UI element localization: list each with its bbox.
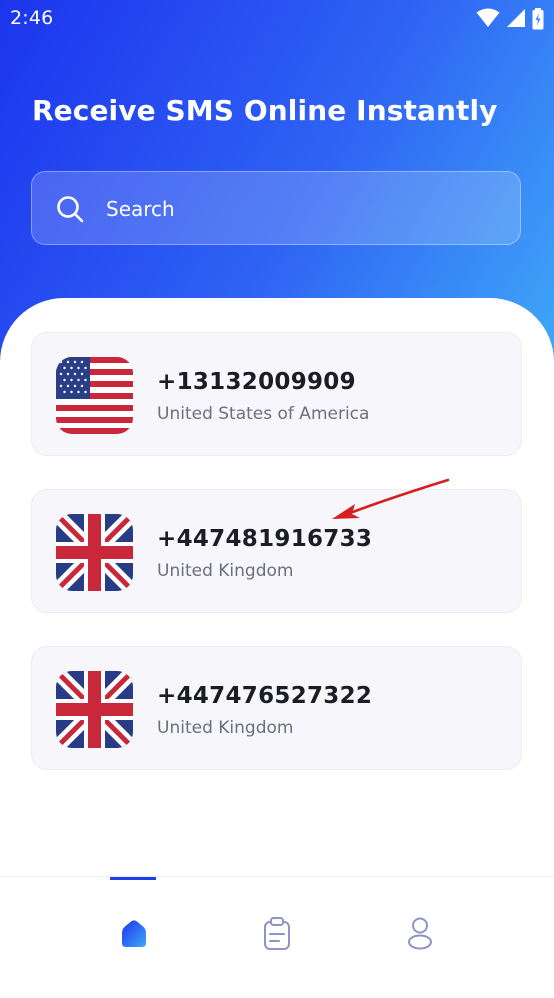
wifi-icon	[476, 8, 500, 27]
phone-number: +13132009909	[157, 369, 356, 395]
cellular-signal-icon	[507, 9, 525, 27]
nav-messages[interactable]	[257, 913, 297, 953]
us-flag-icon	[56, 357, 133, 434]
annotation-arrow-icon	[332, 478, 450, 519]
nav-profile[interactable]	[400, 913, 440, 953]
profile-icon	[408, 917, 432, 950]
number-card[interactable]: +13132009909 United States of America	[31, 332, 522, 456]
country-name: United States of America	[157, 404, 370, 424]
search-icon	[57, 196, 84, 223]
phone-number: +447481916733	[157, 526, 373, 552]
phone-number: +447476527322	[157, 683, 373, 709]
search-input[interactable]	[106, 192, 486, 226]
number-card[interactable]: +447476527322 United Kingdom	[31, 646, 522, 770]
active-tab-indicator	[110, 877, 156, 880]
status-bar: 2:46	[0, 0, 554, 38]
home-icon	[122, 920, 146, 947]
clipboard-icon	[264, 917, 290, 950]
uk-flag-icon	[56, 671, 133, 748]
bottom-navigation	[0, 876, 554, 985]
search-bar[interactable]	[31, 171, 521, 245]
country-name: United Kingdom	[157, 718, 294, 738]
page-title: Receive SMS Online Instantly	[32, 94, 498, 127]
uk-flag-icon	[56, 514, 133, 591]
country-name: United Kingdom	[157, 561, 294, 581]
nav-home[interactable]	[114, 913, 154, 953]
battery-charging-icon	[532, 8, 544, 30]
status-time: 2:46	[10, 7, 54, 29]
